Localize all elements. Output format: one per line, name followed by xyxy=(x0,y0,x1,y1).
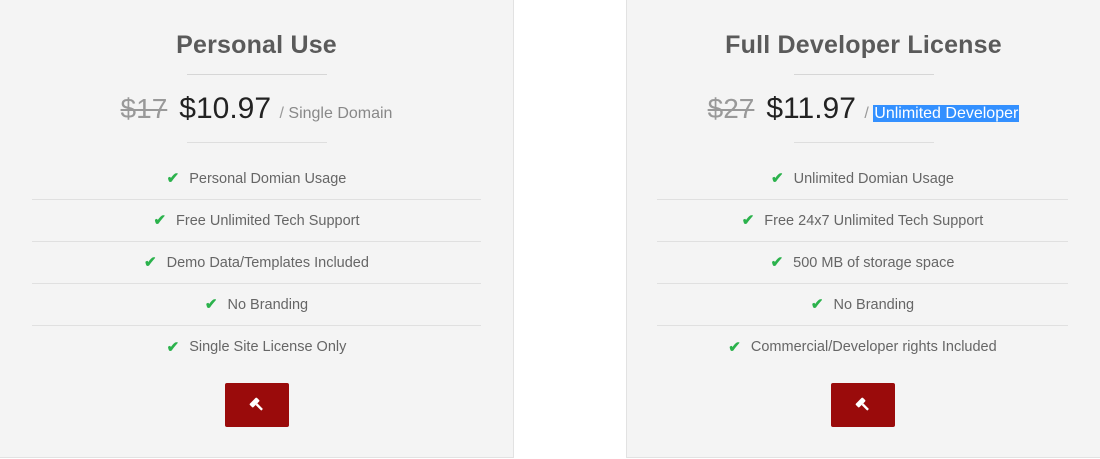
current-price: $10.97 xyxy=(179,92,272,125)
check-icon: ✔ xyxy=(741,212,755,229)
price-note: Unlimited Developer xyxy=(873,105,1020,122)
price-row: $17 $10.97 / Single Domain xyxy=(0,92,513,126)
buy-button[interactable] xyxy=(225,383,289,427)
feature-label: 500 MB of storage space xyxy=(793,254,955,271)
feature-item: ✔ Free 24x7 Unlimited Tech Support xyxy=(657,200,1068,242)
old-price: $17 xyxy=(120,93,168,124)
pricing-card-developer: Full Developer License $27 $11.97 / Unlim… xyxy=(626,0,1100,458)
price-note: Single Domain xyxy=(288,105,393,122)
check-icon: ✔ xyxy=(144,254,157,271)
price-row: $27 $11.97 / Unlimited Developer xyxy=(627,92,1100,126)
feature-item: ✔ No Branding xyxy=(657,284,1068,326)
feature-label: Commercial/Developer rights Included xyxy=(750,339,997,355)
check-icon: ✔ xyxy=(810,296,824,313)
pricing-card-personal: Personal Use $17 $10.97 / Single Domain ✔… xyxy=(0,0,514,458)
feature-item: ✔ Free Unlimited Tech Support xyxy=(32,200,481,242)
price-divider xyxy=(794,142,934,143)
feature-item: ✔ Commercial/Developer rights Included xyxy=(657,326,1068,368)
title-divider xyxy=(794,74,934,75)
feature-item: ✔ Single Site License Only xyxy=(32,326,481,368)
price-separator: / xyxy=(279,105,284,122)
check-icon: ✔ xyxy=(166,170,180,187)
plan-title: Full Developer License xyxy=(725,31,1002,59)
price-separator: / xyxy=(864,105,869,122)
buy-button[interactable] xyxy=(831,383,895,427)
check-icon: ✔ xyxy=(771,170,784,187)
feature-label: Free Unlimited Tech Support xyxy=(176,212,360,229)
feature-item: ✔ Unlimited Domian Usage xyxy=(657,158,1068,200)
feature-item: ✔ 500 MB of storage space xyxy=(657,242,1068,284)
current-price: $11.97 xyxy=(766,92,856,125)
feature-label: Unlimited Domian Usage xyxy=(793,170,954,187)
check-icon: ✔ xyxy=(204,296,218,313)
feature-label: No Branding xyxy=(833,296,915,313)
feature-label: Demo Data/Templates Included xyxy=(166,254,369,271)
old-price: $27 xyxy=(707,93,755,124)
feature-label: Free 24x7 Unlimited Tech Support xyxy=(764,212,984,229)
feature-item: ✔ Demo Data/Templates Included xyxy=(32,242,481,284)
title-divider xyxy=(187,74,327,75)
feature-item: ✔ Personal Domian Usage xyxy=(32,158,481,200)
check-icon: ✔ xyxy=(153,212,167,229)
check-icon: ✔ xyxy=(728,338,741,356)
check-icon: ✔ xyxy=(166,338,180,356)
check-icon: ✔ xyxy=(770,254,784,271)
feature-list: ✔ Unlimited Domian Usage ✔ Free 24x7 Unlim… xyxy=(657,158,1068,368)
feature-label: No Branding xyxy=(227,296,309,313)
feature-list: ✔ Personal Domian Usage ✔ Free Unlimited T… xyxy=(32,158,481,368)
price-divider xyxy=(187,142,327,143)
feature-label: Personal Domian Usage xyxy=(189,170,347,187)
gavel-icon xyxy=(249,397,263,411)
feature-label: Single Site License Only xyxy=(189,339,347,355)
plan-title: Personal Use xyxy=(176,31,337,59)
gavel-icon xyxy=(855,397,869,411)
feature-item: ✔ No Branding xyxy=(32,284,481,326)
